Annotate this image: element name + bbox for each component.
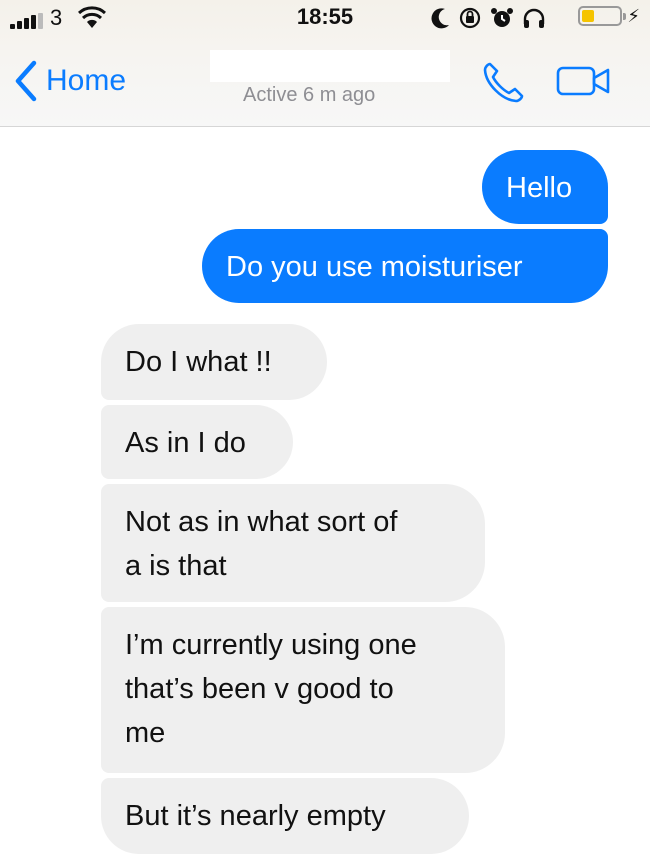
message-bubble-incoming[interactable]: Do I what !! [101, 324, 327, 400]
video-call-icon[interactable] [556, 64, 612, 98]
message-bubble-incoming[interactable]: As in I do [101, 405, 293, 479]
header: 3 18:55 ⚡ Home Active 6 m ago [0, 0, 650, 127]
message-bubble-incoming[interactable]: I’m currently using one that’s been v go… [101, 607, 505, 773]
battery-icon [578, 6, 626, 26]
back-button[interactable]: Home [12, 56, 126, 106]
contact-name-redacted[interactable] [210, 50, 450, 82]
phone-call-icon[interactable] [480, 58, 528, 106]
message-bubble-incoming[interactable]: But it’s nearly empty [101, 778, 469, 854]
moon-icon [431, 8, 449, 29]
chevron-left-icon [15, 60, 37, 102]
message-bubble-outgoing[interactable]: Hello [482, 150, 608, 224]
message-bubble-incoming[interactable]: Not as in what sort of a is that [101, 484, 485, 602]
orientation-lock-icon [459, 7, 481, 29]
alarm-icon [491, 8, 513, 27]
active-status: Active 6 m ago [243, 84, 376, 106]
charging-icon: ⚡ [627, 6, 640, 26]
back-label: Home [46, 64, 127, 97]
headphones-icon [523, 8, 545, 28]
message-bubble-outgoing[interactable]: Do you use moisturiser [202, 229, 608, 303]
status-bar: 3 18:55 ⚡ [0, 0, 650, 36]
